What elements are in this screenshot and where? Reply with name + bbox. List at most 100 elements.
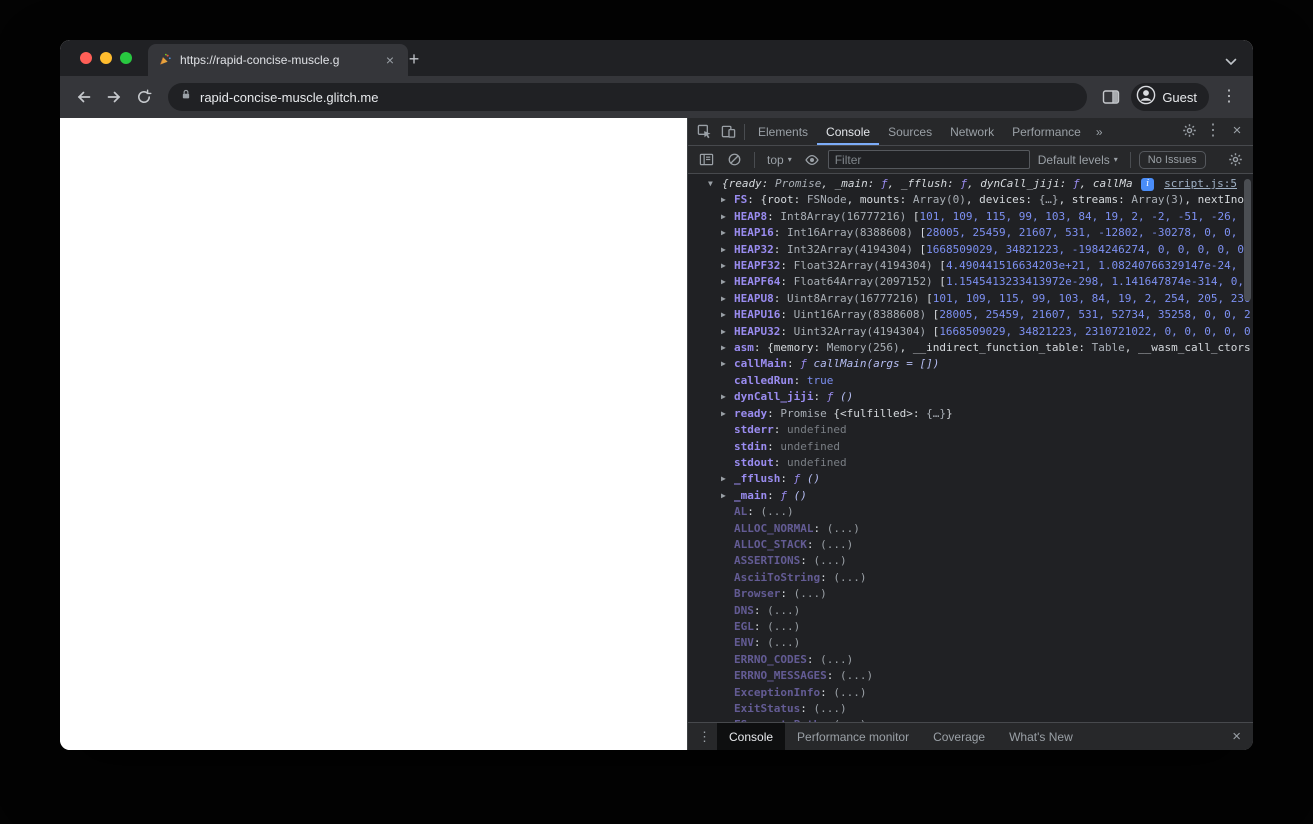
getter-invoke[interactable]: (...) — [833, 571, 866, 584]
disclosure-triangle-icon[interactable]: ▼ — [708, 176, 720, 192]
getter-invoke[interactable]: (...) — [840, 669, 873, 682]
console-line-text: AL: (...) — [734, 505, 794, 519]
console-source-link[interactable]: script.js:5 — [1154, 176, 1237, 192]
tab-close-button[interactable]: × — [382, 52, 398, 68]
getter-invoke[interactable]: (...) — [767, 636, 800, 649]
browser-tab[interactable]: https://rapid-concise-muscle.g × — [148, 44, 408, 76]
no-issues-badge[interactable]: No Issues — [1138, 150, 1206, 169]
traffic-lights — [80, 52, 132, 64]
device-toolbar-button[interactable] — [716, 120, 740, 144]
window-minimize-button[interactable] — [100, 52, 112, 64]
disclosure-triangle-icon[interactable]: ▶ — [721, 324, 733, 340]
devtools-settings-button[interactable] — [1177, 118, 1201, 142]
live-expression-button[interactable] — [800, 148, 824, 172]
console-line: ExitStatus: (...) — [688, 701, 1253, 717]
disclosure-triangle-icon[interactable]: ▶ — [721, 307, 733, 323]
getter-invoke[interactable]: (...) — [767, 604, 800, 617]
getter-invoke[interactable]: (...) — [813, 702, 846, 715]
back-button[interactable] — [70, 83, 98, 111]
console-line-text: ready: Promise {<fulfilled>: {…}} — [734, 406, 953, 420]
console-line-text: FS: {root: FSNode, mounts: Array(0), dev… — [734, 193, 1251, 207]
console-line-text: stdin: undefined — [734, 439, 840, 453]
console-line: ERRNO_MESSAGES: (...) — [688, 668, 1253, 684]
disclosure-triangle-icon[interactable]: ▶ — [721, 406, 733, 422]
reload-button[interactable] — [130, 83, 158, 111]
disclosure-triangle-icon[interactable]: ▶ — [721, 242, 733, 258]
devtools-close-button[interactable]: × — [1225, 118, 1249, 142]
console-filter-input[interactable] — [827, 150, 1030, 169]
devtools-tab-console[interactable]: Console — [817, 118, 879, 145]
console-line: ▶ HEAP8: Int8Array(16777216) [101, 109, 1… — [688, 209, 1253, 225]
drawer-tab-console[interactable]: Console — [717, 723, 786, 750]
eager-eval-info-icon[interactable]: i — [1141, 178, 1155, 191]
new-tab-button[interactable]: + — [402, 47, 426, 71]
console-line-text: HEAP32: Int32Array(4194304) [1668509029,… — [734, 242, 1251, 256]
window-close-button[interactable] — [80, 52, 92, 64]
profile-chip[interactable]: Guest — [1131, 83, 1209, 111]
forward-button[interactable] — [100, 83, 128, 111]
console-line: ▼ {ready: Promise, _main: ƒ, _fflush: ƒ, … — [688, 176, 1253, 192]
lock-icon — [180, 88, 192, 106]
browser-menu-button[interactable]: ⋮ — [1215, 89, 1243, 105]
drawer-tab-what-s-new[interactable]: What's New — [997, 723, 1085, 750]
log-levels-selector[interactable]: Default levels ▾ — [1034, 153, 1122, 167]
clear-console-button[interactable] — [722, 148, 746, 172]
disclosure-triangle-icon[interactable]: ▶ — [721, 471, 733, 487]
console-sidebar-button[interactable] — [694, 148, 718, 172]
disclosure-triangle-icon[interactable]: ▶ — [721, 258, 733, 274]
drawer-menu-button[interactable]: ⋮ — [692, 723, 717, 750]
console-line: DNS: (...) — [688, 603, 1253, 619]
console-settings-button[interactable] — [1223, 148, 1247, 172]
devtools-tab-sources[interactable]: Sources — [879, 118, 941, 145]
side-panel-button[interactable] — [1097, 83, 1125, 111]
console-line-text: ExitStatus: (...) — [734, 702, 847, 715]
getter-invoke[interactable]: (...) — [761, 505, 794, 518]
more-tabs-button[interactable]: » — [1090, 118, 1109, 145]
address-bar[interactable]: rapid-concise-muscle.glitch.me — [168, 83, 1088, 111]
inspect-element-button[interactable] — [692, 120, 716, 144]
window-zoom-button[interactable] — [120, 52, 132, 64]
disclosure-triangle-icon[interactable]: ▶ — [721, 225, 733, 241]
console-line-text: EGL: (...) — [734, 619, 801, 633]
devtools-tab-network[interactable]: Network — [941, 118, 1003, 145]
devtools-tab-performance[interactable]: Performance — [1003, 118, 1090, 145]
console-line: ▶ _fflush: ƒ () — [688, 471, 1253, 487]
disclosure-triangle-icon[interactable]: ▶ — [721, 192, 733, 208]
disclosure-triangle-icon[interactable]: ▶ — [721, 488, 733, 504]
devtools-tab-elements[interactable]: Elements — [749, 118, 817, 145]
devtools-panel: Elements Console Sources Network Performance… — [687, 118, 1253, 750]
getter-invoke[interactable]: (...) — [813, 554, 846, 567]
disclosure-triangle-icon[interactable]: ▶ — [721, 291, 733, 307]
console-line-text: ExceptionInfo: (...) — [734, 685, 867, 699]
console-line: ASSERTIONS: (...) — [688, 553, 1253, 569]
console-scrollbar[interactable] — [1244, 179, 1251, 301]
getter-invoke[interactable]: (...) — [833, 686, 866, 699]
console-line: EGL: (...) — [688, 619, 1253, 635]
getter-invoke[interactable]: (...) — [833, 718, 866, 722]
console-line: ALLOC_STACK: (...) — [688, 537, 1253, 553]
devtools-menu-button[interactable]: ⋮ — [1201, 118, 1225, 142]
disclosure-triangle-icon[interactable]: ▶ — [721, 274, 733, 290]
drawer-tab-performance-monitor[interactable]: Performance monitor — [785, 723, 921, 750]
console-line-text: ALLOC_STACK: (...) — [734, 537, 854, 551]
console-line-text: callMain: ƒ callMain(args = []) — [734, 357, 940, 371]
page-content — [60, 118, 687, 750]
disclosure-triangle-icon[interactable]: ▶ — [721, 356, 733, 372]
getter-invoke[interactable]: (...) — [767, 620, 800, 633]
disclosure-triangle-icon[interactable]: ▶ — [721, 209, 733, 225]
getter-invoke[interactable]: (...) — [820, 538, 853, 551]
tab-strip-chevron-icon[interactable] — [1225, 53, 1237, 71]
console-line: AsciiToString: (...) — [688, 570, 1253, 586]
console-line: ▶ asm: {memory: Memory(256), __indirect_f… — [688, 340, 1253, 356]
drawer-tab-coverage[interactable]: Coverage — [921, 723, 997, 750]
disclosure-triangle-icon[interactable]: ▶ — [721, 389, 733, 405]
console-line-text: HEAPF64: Float64Array(2097152) [1.154541… — [734, 275, 1251, 289]
getter-invoke[interactable]: (...) — [820, 653, 853, 666]
browser-window: https://rapid-concise-muscle.g × + rapid… — [60, 40, 1253, 750]
getter-invoke[interactable]: (...) — [827, 522, 860, 535]
javascript-context-selector[interactable]: top ▾ — [763, 153, 796, 167]
console-line: AL: (...) — [688, 504, 1253, 520]
getter-invoke[interactable]: (...) — [794, 587, 827, 600]
drawer-close-button[interactable]: × — [1224, 723, 1249, 750]
disclosure-triangle-icon[interactable]: ▶ — [721, 340, 733, 356]
